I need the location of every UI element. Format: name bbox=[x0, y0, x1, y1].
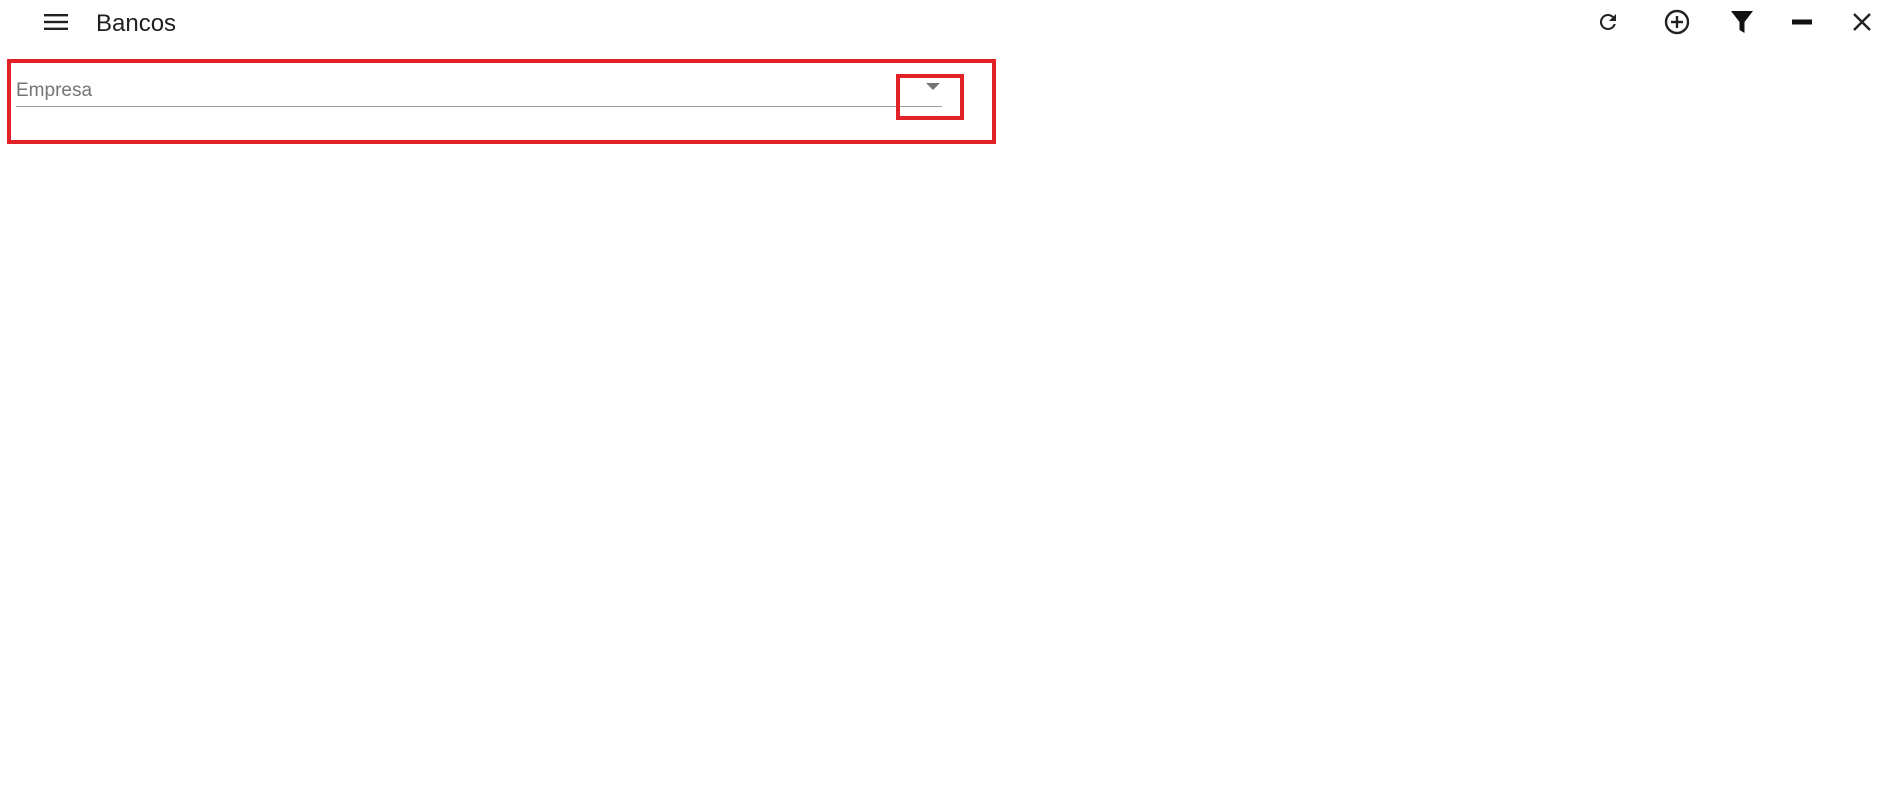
minimize-button[interactable] bbox=[1786, 8, 1818, 40]
refresh-icon bbox=[1596, 10, 1620, 39]
add-circle-icon bbox=[1663, 8, 1691, 41]
minimize-icon bbox=[1790, 10, 1814, 39]
field-underline bbox=[16, 106, 942, 107]
refresh-button[interactable] bbox=[1592, 8, 1624, 40]
empresa-dropdown-button[interactable] bbox=[896, 77, 960, 117]
close-button[interactable] bbox=[1846, 8, 1878, 40]
empresa-select[interactable]: Empresa bbox=[16, 76, 942, 108]
filter-icon bbox=[1730, 9, 1754, 40]
close-icon bbox=[1850, 10, 1874, 39]
page-title: Bancos bbox=[96, 10, 177, 37]
menu-icon bbox=[44, 13, 68, 36]
toolbar: Bancos bbox=[0, 0, 1895, 48]
filter-button[interactable] bbox=[1726, 8, 1758, 40]
arrow-drop-down-icon bbox=[916, 77, 940, 96]
menu-button[interactable] bbox=[40, 10, 72, 38]
empresa-label: Empresa bbox=[16, 80, 93, 101]
add-button[interactable] bbox=[1661, 8, 1693, 40]
